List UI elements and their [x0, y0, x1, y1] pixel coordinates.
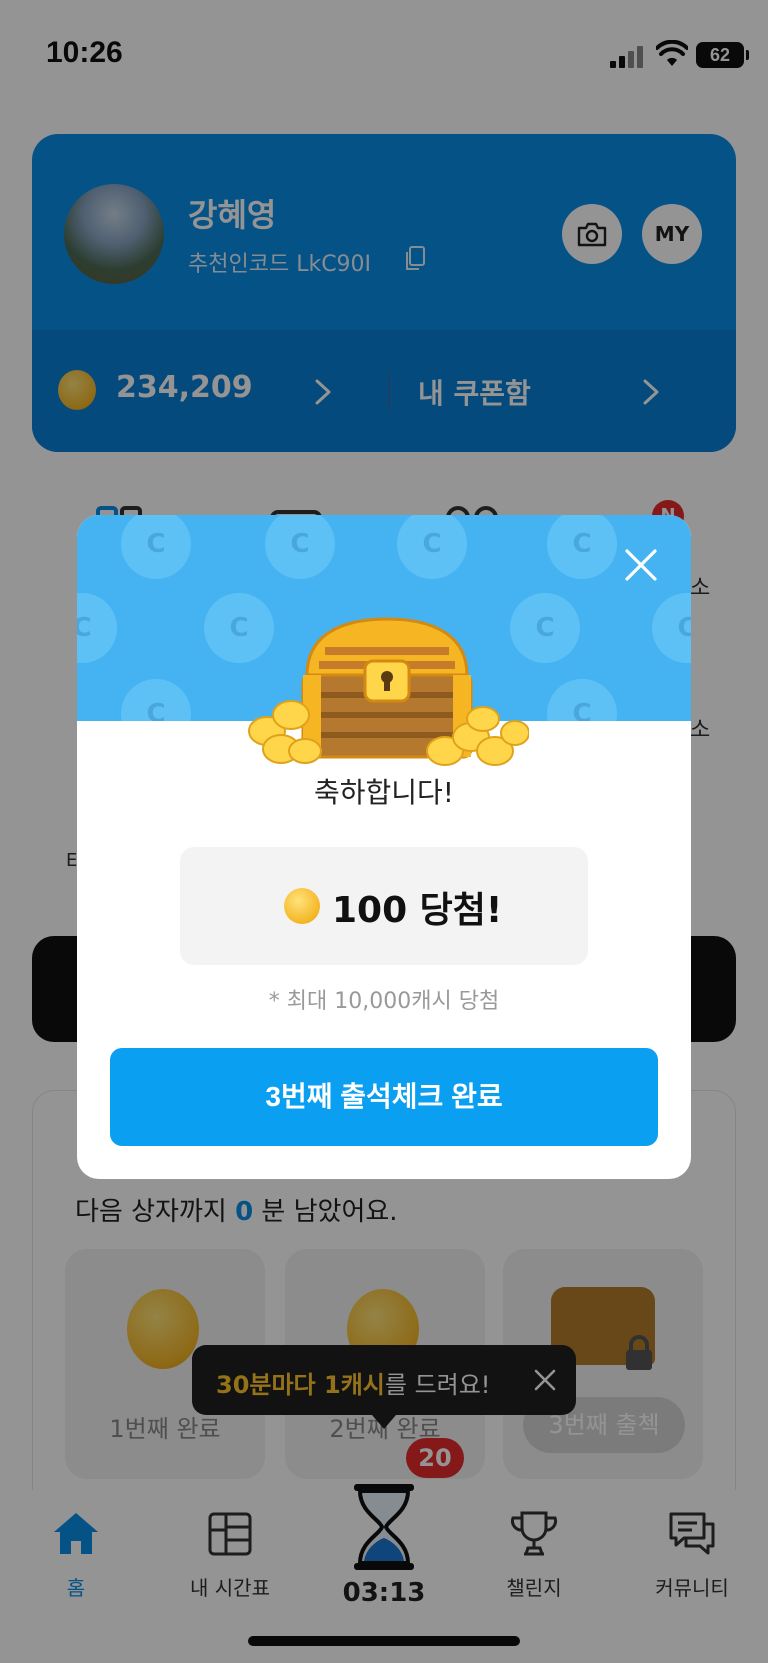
coin-icon	[284, 888, 320, 924]
congrats-text: 축하합니다!	[313, 776, 455, 809]
reward-modal: 축하합니다! 100 당첨! * 최대 10,000캐시 당첨 3번째 출석체크…	[77, 515, 691, 1179]
coin-pattern	[265, 515, 335, 579]
treasure-chest-icon	[248, 617, 529, 766]
coin-pattern	[652, 593, 691, 663]
coin-pattern	[547, 515, 617, 579]
prize-text: 100 당첨!	[332, 890, 503, 931]
attendance-complete-button[interactable]: 3번째 출석체크 완료	[110, 1048, 658, 1146]
coin-pattern	[121, 515, 191, 579]
close-icon[interactable]	[621, 545, 661, 585]
prize-note: * 최대 10,000캐시 당첨	[268, 989, 500, 1014]
coin-pattern	[547, 679, 617, 721]
coin-pattern	[397, 515, 467, 579]
coin-pattern	[121, 679, 191, 721]
prize-box: 100 당첨!	[180, 847, 588, 965]
coin-pattern	[77, 593, 117, 663]
